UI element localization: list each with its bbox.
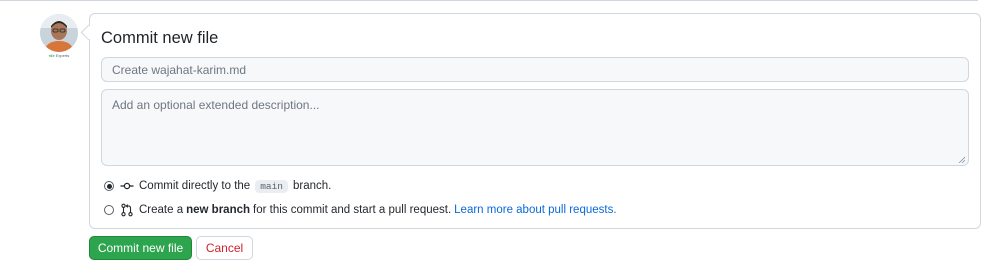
new-branch-option[interactable]: Create a new branch for this commit and … bbox=[104, 202, 617, 218]
new-branch-strong: new branch bbox=[186, 204, 251, 216]
commit-summary-input[interactable] bbox=[101, 57, 969, 82]
avatar-caption: </> Experts bbox=[40, 53, 78, 58]
new-branch-text: Create a bbox=[139, 204, 184, 216]
user-avatar[interactable] bbox=[40, 14, 78, 52]
avatar-image bbox=[40, 14, 78, 52]
commit-direct-text: Commit directly to the bbox=[139, 180, 251, 192]
learn-more-link[interactable]: Learn more about pull requests. bbox=[454, 204, 616, 216]
commit-direct-option[interactable]: Commit directly to the main branch. bbox=[104, 178, 331, 194]
commit-description-textarea[interactable] bbox=[101, 89, 969, 166]
new-branch-radio[interactable] bbox=[104, 205, 114, 215]
code-brackets-icon: </> bbox=[48, 53, 55, 58]
avatar-caption-text: Experts bbox=[55, 53, 70, 58]
git-pull-request-icon bbox=[120, 203, 134, 217]
resize-handle-icon[interactable] bbox=[958, 156, 965, 163]
cancel-button[interactable]: Cancel bbox=[196, 236, 253, 260]
commit-new-file-button[interactable]: Commit new file bbox=[89, 236, 192, 260]
commit-form-title: Commit new file bbox=[101, 29, 219, 47]
commit-direct-radio[interactable] bbox=[104, 181, 114, 191]
git-commit-icon bbox=[120, 179, 134, 193]
top-divider bbox=[0, 0, 978, 1]
branch-name-code: main bbox=[255, 179, 289, 193]
commit-direct-suffix: branch. bbox=[293, 180, 332, 192]
new-branch-suffix: for this commit and start a pull request… bbox=[253, 204, 452, 216]
